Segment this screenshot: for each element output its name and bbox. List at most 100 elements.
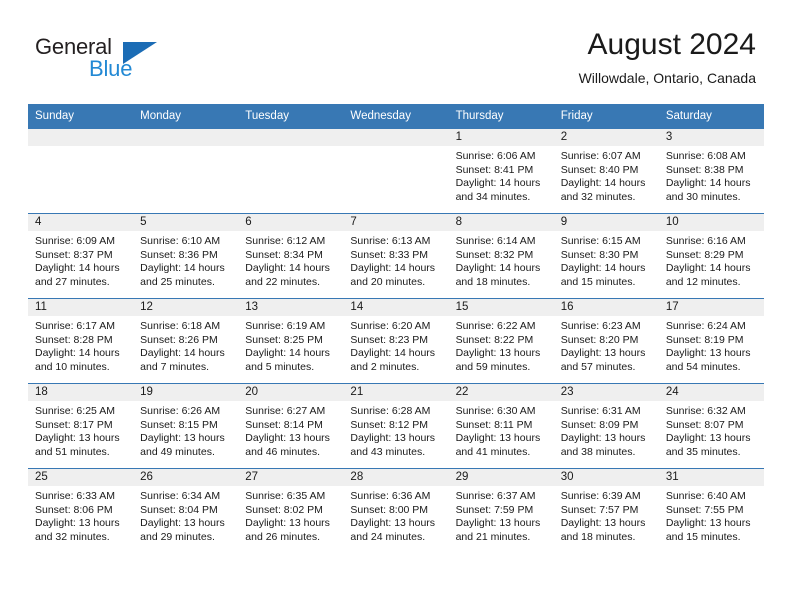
sunset-line: Sunset: 8:37 PM <box>35 248 113 261</box>
sunset-line: Sunset: 7:59 PM <box>455 503 534 516</box>
daylight-line-1: Daylight: 14 hours <box>35 347 120 360</box>
daylight-line-2: and 25 minutes. <box>140 275 215 288</box>
day-number: 31 <box>658 469 764 486</box>
day-details: Sunrise: 6:31 AM Sunset: 8:09 PM Dayligh… <box>554 401 659 459</box>
daylight-line-2: and 15 minutes. <box>665 530 741 543</box>
daylight-line-1: Daylight: 14 hours <box>560 262 646 275</box>
day-number: 23 <box>553 384 659 401</box>
daylight-line-2: and 30 minutes. <box>665 190 741 203</box>
day-box: 9 Sunrise: 6:15 AM Sunset: 8:30 PM Dayli… <box>553 214 659 298</box>
page-title: August 2024 <box>587 28 756 61</box>
day-details: Sunrise: 6:27 AM Sunset: 8:14 PM Dayligh… <box>238 401 343 459</box>
day-number: 20 <box>238 384 344 401</box>
sunrise-line: Sunrise: 6:18 AM <box>140 320 221 332</box>
day-box: 10 Sunrise: 6:16 AM Sunset: 8:29 PM Dayl… <box>658 214 764 298</box>
day-number: 22 <box>448 384 554 401</box>
calendar-body: 1 Sunrise: 6:06 AM Sunset: 8:41 PM Dayli… <box>28 128 764 553</box>
day-details: Sunrise: 6:07 AM Sunset: 8:40 PM Dayligh… <box>554 146 659 204</box>
day-number: 16 <box>553 299 659 316</box>
day-box: 17 Sunrise: 6:24 AM Sunset: 8:19 PM Dayl… <box>658 299 764 383</box>
sunset-line: Sunset: 8:26 PM <box>140 333 218 346</box>
day-box: 7 Sunrise: 6:13 AM Sunset: 8:33 PM Dayli… <box>343 214 449 298</box>
sunrise-line: Sunrise: 6:17 AM <box>35 320 115 332</box>
day-number: 25 <box>28 469 134 486</box>
calendar-week-row: 18 Sunrise: 6:25 AM Sunset: 8:17 PM Dayl… <box>28 383 764 469</box>
daylight-line-2: and 20 minutes. <box>350 275 426 288</box>
sunrise-line: Sunrise: 6:35 AM <box>245 490 326 502</box>
day-box: 16 Sunrise: 6:23 AM Sunset: 8:20 PM Dayl… <box>553 299 659 383</box>
day-cell: 13 Sunrise: 6:19 AM Sunset: 8:25 PM Dayl… <box>238 298 344 384</box>
sunset-line: Sunset: 8:30 PM <box>560 248 639 261</box>
sunrise-line: Sunrise: 6:22 AM <box>455 320 536 332</box>
daylight-line-2: and 5 minutes. <box>245 360 315 373</box>
day-details: Sunrise: 6:19 AM Sunset: 8:25 PM Dayligh… <box>238 316 343 374</box>
day-details: Sunrise: 6:32 AM Sunset: 8:07 PM Dayligh… <box>659 401 764 459</box>
sunrise-line: Sunrise: 6:09 AM <box>35 235 115 247</box>
day-cell: 30 Sunrise: 6:39 AM Sunset: 7:57 PM Dayl… <box>553 468 659 553</box>
day-cell: 21 Sunrise: 6:28 AM Sunset: 8:12 PM Dayl… <box>343 383 449 469</box>
day-details: Sunrise: 6:09 AM Sunset: 8:37 PM Dayligh… <box>28 231 133 289</box>
sunset-line: Sunset: 8:15 PM <box>140 418 218 431</box>
sunrise-line: Sunrise: 6:39 AM <box>560 490 641 502</box>
day-details: Sunrise: 6:40 AM Sunset: 7:55 PM Dayligh… <box>659 486 764 544</box>
daylight-line-1: Daylight: 14 hours <box>245 347 330 360</box>
sunset-line: Sunset: 8:23 PM <box>350 333 429 346</box>
daylight-line-2: and 22 minutes. <box>245 275 320 288</box>
day-box: 4 Sunrise: 6:09 AM Sunset: 8:37 PM Dayli… <box>28 214 134 298</box>
daylight-line-2: and 57 minutes. <box>560 360 636 373</box>
day-cell: 7 Sunrise: 6:13 AM Sunset: 8:33 PM Dayli… <box>343 213 449 299</box>
sunrise-line: Sunrise: 6:20 AM <box>350 320 431 332</box>
day-box: 1 Sunrise: 6:06 AM Sunset: 8:41 PM Dayli… <box>448 129 554 213</box>
sunrise-line: Sunrise: 6:33 AM <box>35 490 115 502</box>
day-details: Sunrise: 6:20 AM Sunset: 8:23 PM Dayligh… <box>343 316 448 374</box>
day-number: 14 <box>343 299 449 316</box>
day-cell: 3 Sunrise: 6:08 AM Sunset: 8:38 PM Dayli… <box>658 128 764 214</box>
day-number: 4 <box>28 214 134 231</box>
sunset-line: Sunset: 8:38 PM <box>665 163 744 176</box>
day-details: Sunrise: 6:18 AM Sunset: 8:26 PM Dayligh… <box>133 316 238 374</box>
daylight-line-1: Daylight: 14 hours <box>665 262 751 275</box>
daylight-line-1: Daylight: 13 hours <box>560 347 646 360</box>
daylight-line-2: and 10 minutes. <box>35 360 110 373</box>
day-details: Sunrise: 6:12 AM Sunset: 8:34 PM Dayligh… <box>238 231 343 289</box>
day-number: 11 <box>28 299 134 316</box>
sunset-line: Sunset: 8:41 PM <box>455 163 534 176</box>
daylight-line-1: Daylight: 14 hours <box>560 177 646 190</box>
day-box: 22 Sunrise: 6:30 AM Sunset: 8:11 PM Dayl… <box>448 384 554 468</box>
sunset-line: Sunset: 8:11 PM <box>455 418 533 431</box>
day-number: 9 <box>553 214 659 231</box>
weekday-header-sunday: Sunday <box>28 104 134 129</box>
daylight-line-2: and 46 minutes. <box>245 445 320 458</box>
day-number: 6 <box>238 214 344 231</box>
day-box <box>133 129 239 213</box>
day-cell: 27 Sunrise: 6:35 AM Sunset: 8:02 PM Dayl… <box>238 468 344 553</box>
sunset-line: Sunset: 8:33 PM <box>350 248 429 261</box>
sunrise-line: Sunrise: 6:07 AM <box>560 150 641 162</box>
day-details: Sunrise: 6:16 AM Sunset: 8:29 PM Dayligh… <box>659 231 764 289</box>
day-number: 10 <box>658 214 764 231</box>
sunset-line: Sunset: 8:32 PM <box>455 248 534 261</box>
daylight-line-2: and 7 minutes. <box>140 360 210 373</box>
day-box: 29 Sunrise: 6:37 AM Sunset: 7:59 PM Dayl… <box>448 469 554 553</box>
day-details: Sunrise: 6:15 AM Sunset: 8:30 PM Dayligh… <box>554 231 659 289</box>
day-cell: 15 Sunrise: 6:22 AM Sunset: 8:22 PM Dayl… <box>448 298 554 384</box>
daylight-line-1: Daylight: 13 hours <box>245 432 330 445</box>
day-cell: 11 Sunrise: 6:17 AM Sunset: 8:28 PM Dayl… <box>28 298 134 384</box>
daylight-line-1: Daylight: 13 hours <box>35 432 120 445</box>
day-number: 8 <box>448 214 554 231</box>
day-details <box>238 146 343 150</box>
daylight-line-2: and 54 minutes. <box>665 360 741 373</box>
day-details <box>28 146 133 150</box>
day-number: 26 <box>133 469 239 486</box>
day-number: 27 <box>238 469 344 486</box>
day-details: Sunrise: 6:25 AM Sunset: 8:17 PM Dayligh… <box>28 401 133 459</box>
weekday-header-wednesday: Wednesday <box>343 104 449 129</box>
day-cell: 24 Sunrise: 6:32 AM Sunset: 8:07 PM Dayl… <box>658 383 764 469</box>
day-cell: 19 Sunrise: 6:26 AM Sunset: 8:15 PM Dayl… <box>133 383 239 469</box>
general-blue-logo[interactable]: General Blue <box>35 34 235 86</box>
calendar-week-row: 1 Sunrise: 6:06 AM Sunset: 8:41 PM Dayli… <box>28 128 764 214</box>
day-cell: 2 Sunrise: 6:07 AM Sunset: 8:40 PM Dayli… <box>553 128 659 214</box>
day-details: Sunrise: 6:30 AM Sunset: 8:11 PM Dayligh… <box>449 401 554 459</box>
daylight-line-2: and 49 minutes. <box>140 445 215 458</box>
logo-text-blue: Blue <box>89 56 133 81</box>
